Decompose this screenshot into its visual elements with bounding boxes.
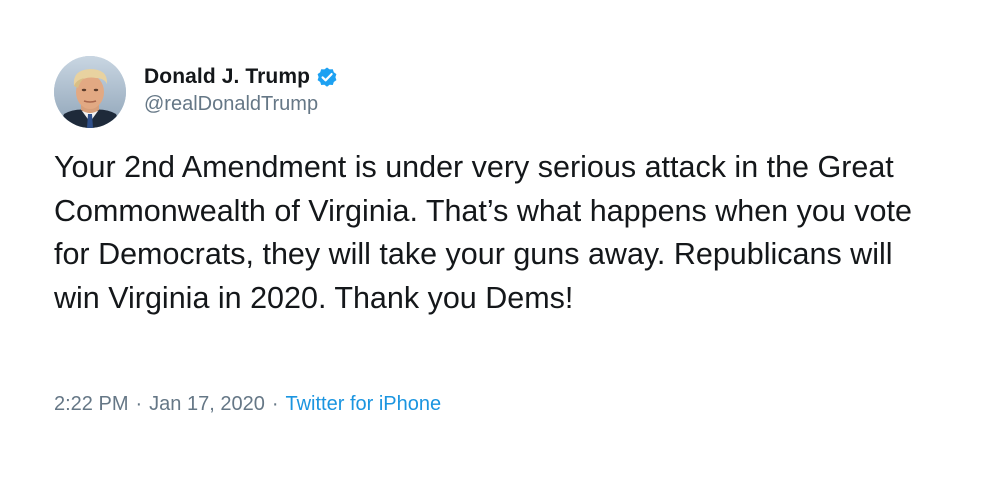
tweet-header: Donald J. Trump @realDonaldTrump bbox=[54, 55, 339, 129]
meta-separator: · bbox=[271, 393, 279, 415]
tweet-time[interactable]: 2:22 PM bbox=[54, 393, 128, 416]
display-name[interactable]: Donald J. Trump bbox=[144, 65, 310, 89]
verified-badge-icon bbox=[315, 65, 339, 89]
avatar[interactable] bbox=[54, 56, 126, 128]
user-handle[interactable]: @realDonaldTrump bbox=[144, 93, 339, 116]
meta-separator: · bbox=[135, 393, 143, 415]
tweet-date[interactable]: Jan 17, 2020 bbox=[149, 393, 265, 416]
tweet-card: Donald J. Trump @realDonaldTrump Your 2n… bbox=[0, 0, 1001, 489]
name-row: Donald J. Trump bbox=[144, 63, 339, 91]
tweet-metadata: 2:22 PM · Jan 17, 2020 · Twitter for iPh… bbox=[54, 393, 441, 416]
tweet-body-text: Your 2nd Amendment is under very serious… bbox=[54, 150, 912, 315]
tweet-source-link[interactable]: Twitter for iPhone bbox=[285, 393, 441, 416]
profile-photo-icon bbox=[54, 56, 126, 128]
user-identity: Donald J. Trump @realDonaldTrump bbox=[144, 63, 339, 116]
